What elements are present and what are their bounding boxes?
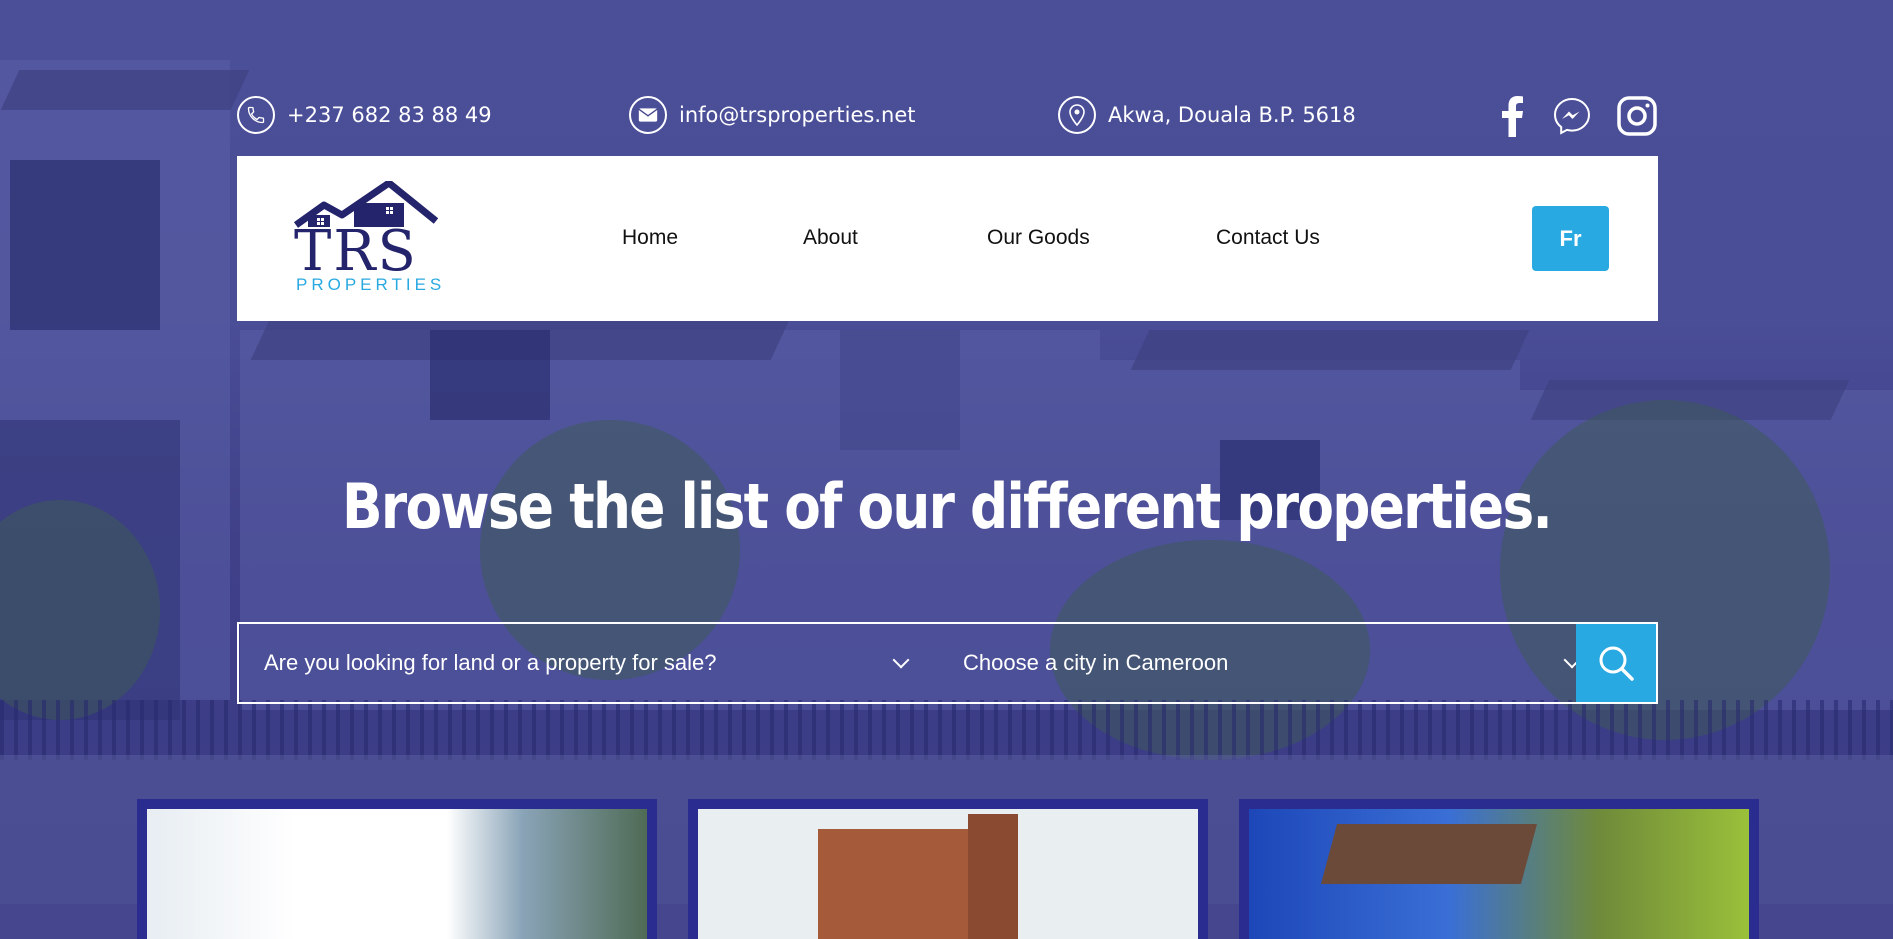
main-navbar: TRS PROPERTIES Home About Our Goods Cont… — [237, 156, 1658, 321]
top-info-bar: +237 682 83 88 49 info@trsproperties.net… — [237, 94, 1658, 138]
email-contact[interactable]: info@trsproperties.net — [629, 96, 916, 134]
messenger-icon[interactable] — [1552, 96, 1592, 136]
phone-text: +237 682 83 88 49 — [287, 103, 492, 127]
property-type-select[interactable]: Are you looking for land or a property f… — [264, 624, 924, 702]
location-pin-icon — [1058, 96, 1096, 134]
roof — [1130, 330, 1530, 370]
language-button[interactable]: Fr — [1532, 206, 1609, 271]
property-search-form: Are you looking for land or a property f… — [237, 622, 1658, 704]
search-icon — [1599, 646, 1634, 681]
window — [430, 330, 550, 420]
nav-about[interactable]: About — [803, 226, 858, 250]
property-card[interactable] — [1239, 799, 1759, 939]
facebook-icon[interactable] — [1499, 94, 1525, 138]
roof — [0, 70, 250, 110]
address-text: Akwa, Douala B.P. 5618 — [1108, 103, 1356, 127]
property-photo — [968, 814, 1018, 939]
nav-our-goods[interactable]: Our Goods — [987, 226, 1090, 250]
instagram-icon[interactable] — [1617, 96, 1657, 136]
property-image — [1249, 809, 1749, 939]
address-contact: Akwa, Douala B.P. 5618 — [1058, 96, 1356, 134]
property-image — [147, 809, 647, 939]
property-photo — [818, 829, 968, 939]
city-select[interactable]: Choose a city in Cameroon — [963, 624, 1563, 702]
phone-contact[interactable]: +237 682 83 88 49 — [237, 96, 492, 134]
property-photo — [1320, 824, 1538, 884]
hero-headline: Browse the list of our different propert… — [341, 470, 1553, 543]
search-button[interactable] — [1576, 624, 1656, 702]
property-photo — [147, 809, 647, 939]
phone-icon — [237, 96, 275, 134]
property-image — [698, 809, 1198, 939]
email-text: info@trsproperties.net — [679, 103, 916, 127]
logo-sub-text: PROPERTIES — [296, 275, 446, 294]
nav-home[interactable]: Home — [622, 226, 678, 250]
property-card[interactable] — [688, 799, 1208, 939]
nav-contact-us[interactable]: Contact Us — [1216, 226, 1320, 250]
property-card[interactable] — [137, 799, 657, 939]
envelope-icon — [629, 96, 667, 134]
window — [10, 160, 160, 330]
trs-logo[interactable]: TRS PROPERTIES — [294, 181, 444, 296]
city-select-value: Choose a city in Cameroon — [963, 650, 1229, 675]
property-type-select-value: Are you looking for land or a property f… — [264, 650, 717, 675]
fence — [0, 700, 1893, 760]
